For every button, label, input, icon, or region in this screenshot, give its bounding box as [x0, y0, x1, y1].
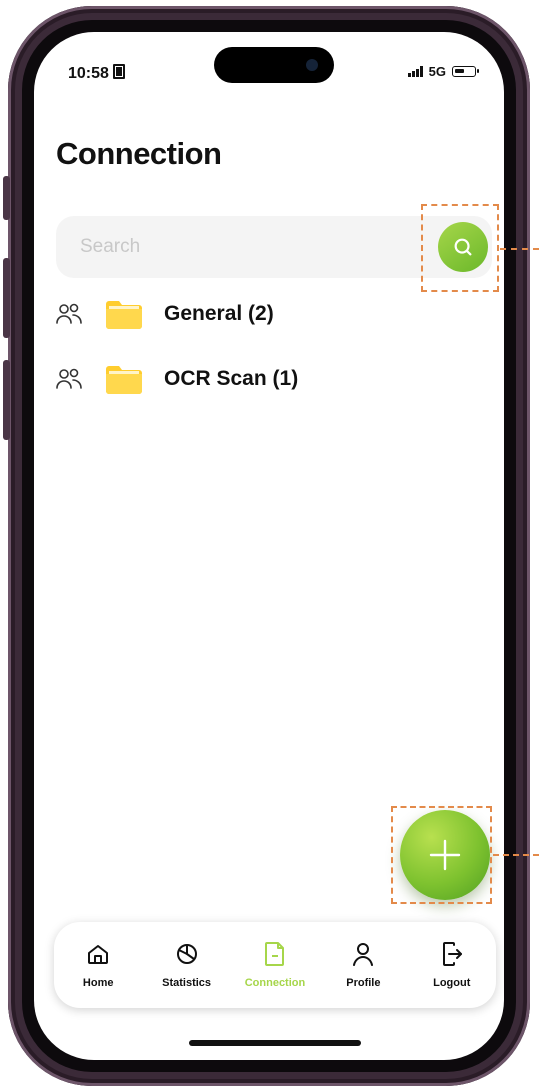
side-button-volume-up: [3, 258, 10, 338]
annotation-add-connector: [493, 854, 539, 856]
folder-row-general[interactable]: General (2): [56, 294, 456, 334]
nav-label: Statistics: [162, 977, 212, 989]
home-indicator: [189, 1040, 361, 1046]
phone-screen: 10:58 5G Connection General (2) OCR Scan…: [34, 32, 504, 1060]
folder-label: General (2): [164, 302, 274, 325]
nav-label: Connection: [244, 977, 306, 989]
annotation-search-highlight: [421, 204, 499, 292]
home-icon: [85, 941, 111, 967]
status-indicators: 5G: [407, 64, 479, 79]
nav-item-profile[interactable]: Profile: [323, 941, 403, 989]
pie-chart-icon: [174, 941, 200, 967]
signal-icon: [407, 66, 423, 77]
folder-row-ocr-scan[interactable]: OCR Scan (1): [56, 359, 456, 399]
nav-item-home[interactable]: Home: [58, 941, 138, 989]
sim-icon: [112, 64, 125, 79]
annotation-search-connector: [500, 248, 539, 250]
battery-icon: [452, 66, 479, 77]
document-icon: [262, 941, 288, 967]
side-button-volume-down: [3, 360, 10, 440]
logout-icon: [439, 941, 465, 967]
search-input[interactable]: [80, 216, 420, 278]
people-icon: [56, 301, 84, 327]
folder-icon: [106, 299, 142, 329]
annotation-add-highlight: [391, 806, 492, 904]
nav-label: Home: [82, 977, 114, 989]
folder-label: OCR Scan (1): [164, 367, 299, 390]
page-title: Connection: [56, 136, 222, 171]
nav-item-connection[interactable]: Connection: [235, 941, 315, 989]
people-icon: [56, 366, 84, 392]
nav-label: Profile: [346, 977, 381, 989]
status-time-group: 10:58: [68, 64, 125, 83]
nav-label: Logout: [433, 977, 471, 989]
user-icon: [350, 941, 376, 967]
dynamic-island: [214, 47, 334, 83]
side-button-action: [3, 176, 10, 220]
camera-icon: [306, 59, 318, 71]
folder-icon: [106, 364, 142, 394]
status-time: 10:58: [68, 65, 109, 82]
network-label: 5G: [428, 64, 446, 79]
nav-item-statistics[interactable]: Statistics: [147, 941, 227, 989]
nav-item-logout[interactable]: Logout: [412, 941, 492, 989]
bottom-nav: Home Statistics Connection Profile Logou…: [54, 922, 496, 1008]
